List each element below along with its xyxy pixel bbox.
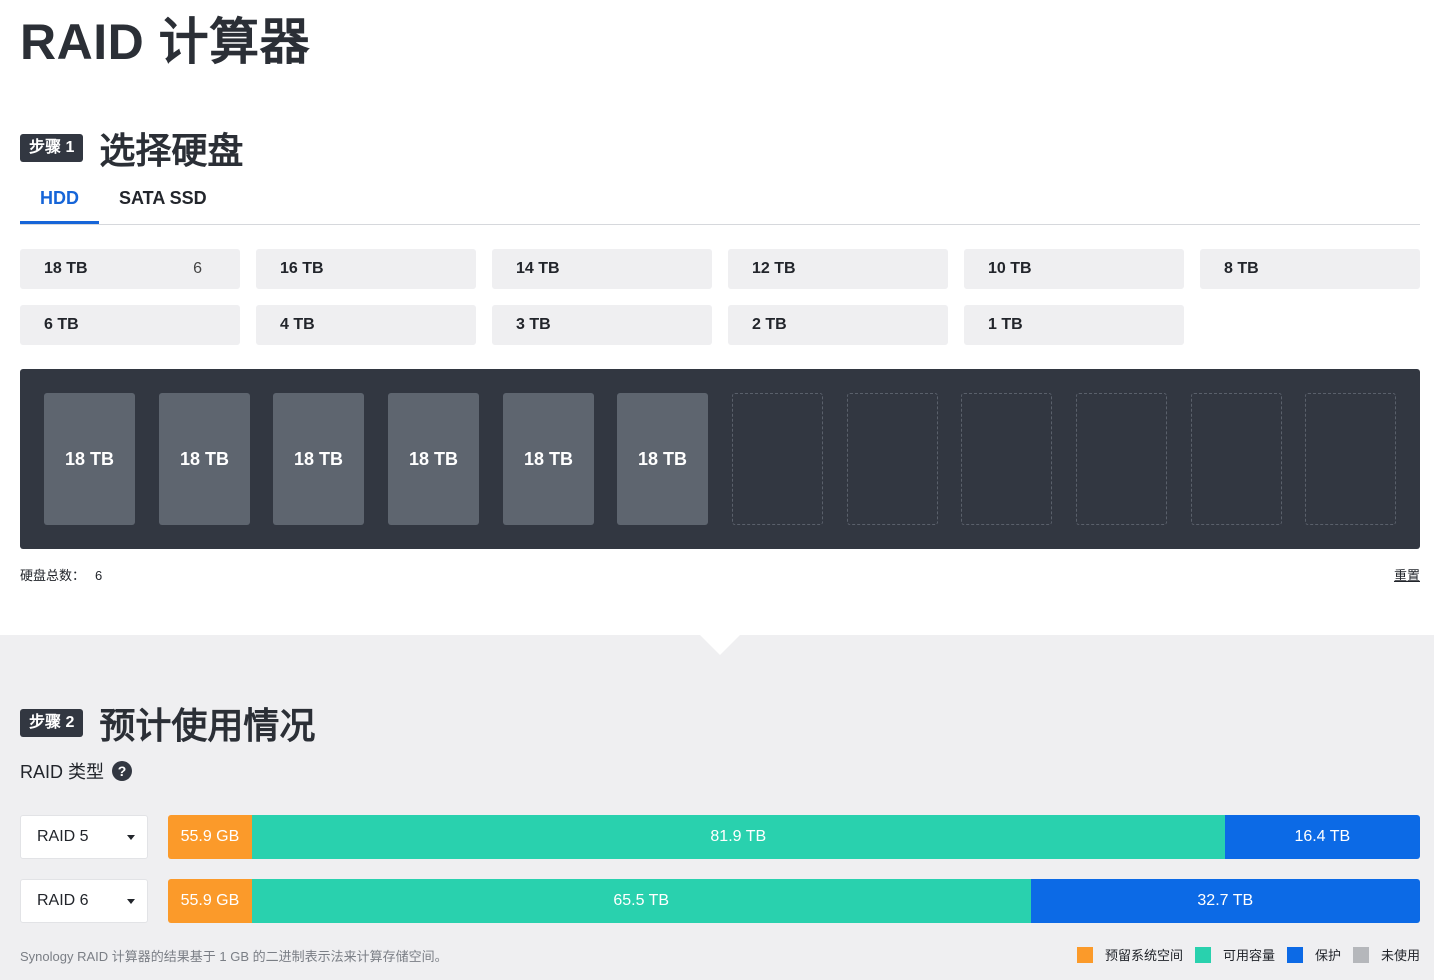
drive-slot[interactable]: 18 TB [388,393,479,525]
raid-type-select[interactable]: RAID 6 [20,879,148,923]
caret-down-icon [127,835,135,840]
protection-segment: 32.7 TB [1030,879,1420,923]
footnote: Synology RAID 计算器的结果基于 1 GB 的二进制表示法来计算存储… [20,949,448,964]
usable-segment: 65.5 TB [251,879,1031,923]
step1-badge: 步骤 1 [20,134,84,162]
size-label: 1 TB [988,316,1023,333]
legend-label: 未使用 [1380,948,1420,963]
drive-slot[interactable]: 18 TB [617,393,708,525]
legend-label: 可用容量 [1222,948,1275,963]
caret-down-icon [127,899,135,904]
capacity-bar: 55.9 GB 81.9 TB 16.4 TB [168,815,1420,859]
tab-hdd[interactable]: HDD [20,176,99,224]
legend-swatch-protection [1286,946,1303,963]
raid-type-label: RAID 类型 ? [20,758,133,784]
disk-total: 硬盘总数： 6 [20,565,102,584]
size-button-14tb[interactable]: 14 TB [492,249,712,289]
step2-title: 预计使用情况 [99,705,316,746]
size-label: 12 TB [752,260,796,277]
legend-label: 预留系统空间 [1104,948,1183,963]
drive-slot[interactable]: 18 TB [44,393,135,525]
raid-row: RAID 6 55.9 GB 65.5 TB 32.7 TB [20,879,1420,923]
empty-drive-slot [1305,393,1396,525]
legend: 预留系统空间 可用容量 保护 未使用 [1076,945,1420,964]
reserved-segment: 55.9 GB [168,815,252,859]
size-button-3tb[interactable]: 3 TB [492,305,712,345]
step1-header: 步骤 1 选择硬盘 [20,122,243,174]
tab-sata-ssd[interactable]: SATA SSD [99,176,227,224]
size-button-8tb[interactable]: 8 TB [1200,249,1420,289]
reset-link[interactable]: 重置 [1394,565,1420,584]
size-button-16tb[interactable]: 16 TB [256,249,476,289]
empty-drive-slot [847,393,938,525]
usage-section [0,635,1434,980]
disk-type-tabs: HDD SATA SSD [20,176,1420,225]
legend-swatch-reserved [1076,946,1093,963]
step2-header: 步骤 2 预计使用情况 [20,697,315,749]
size-label: 2 TB [752,316,787,333]
size-button-18tb[interactable]: 18 TB 6 [20,249,240,289]
usable-segment: 81.9 TB [251,815,1225,859]
legend-label: 保护 [1314,948,1341,963]
size-label: 6 TB [44,316,79,333]
legend-swatch-usable [1194,946,1211,963]
step1-title: 选择硬盘 [99,130,244,171]
drive-slot[interactable]: 18 TB [273,393,364,525]
size-label: 16 TB [280,260,324,277]
size-label: 3 TB [516,316,551,333]
size-button-10tb[interactable]: 10 TB [964,249,1184,289]
disk-total-value: 6 [95,568,103,583]
section-notch [700,635,740,655]
capacity-bar: 55.9 GB 65.5 TB 32.7 TB [168,879,1420,923]
empty-drive-slot [961,393,1052,525]
empty-drive-slot [1076,393,1167,525]
size-label: 14 TB [516,260,560,277]
drive-slot[interactable]: 18 TB [159,393,250,525]
size-count: 6 [193,260,202,277]
empty-drive-slot [1191,393,1282,525]
size-label: 18 TB [44,260,88,277]
legend-swatch-unused [1352,946,1369,963]
help-icon[interactable]: ? [112,761,133,781]
raid-type-value: RAID 6 [37,892,89,909]
raid-row: RAID 5 55.9 GB 81.9 TB 16.4 TB [20,815,1420,859]
drive-bay: 18 TB 18 TB 18 TB 18 TB 18 TB 18 TB [20,369,1420,549]
drive-slot[interactable]: 18 TB [503,393,594,525]
size-button-6tb[interactable]: 6 TB [20,305,240,345]
size-button-2tb[interactable]: 2 TB [728,305,948,345]
size-button-4tb[interactable]: 4 TB [256,305,476,345]
empty-drive-slot [732,393,823,525]
protection-segment: 16.4 TB [1224,815,1420,859]
step2-badge: 步骤 2 [20,709,84,737]
reserved-segment: 55.9 GB [168,879,252,923]
raid-type-text: RAID 类型 [20,762,105,782]
disk-size-grid: 18 TB 6 16 TB 14 TB 12 TB 10 TB 8 TB 6 TB… [20,249,1420,345]
raid-type-value: RAID 5 [37,828,89,845]
raid-type-select[interactable]: RAID 5 [20,815,148,859]
size-button-12tb[interactable]: 12 TB [728,249,948,289]
page-title: RAID 计算器 [20,14,311,70]
disk-total-label: 硬盘总数： [20,568,86,583]
size-button-1tb[interactable]: 1 TB [964,305,1184,345]
size-label: 10 TB [988,260,1032,277]
size-label: 8 TB [1224,260,1259,277]
size-label: 4 TB [280,316,315,333]
